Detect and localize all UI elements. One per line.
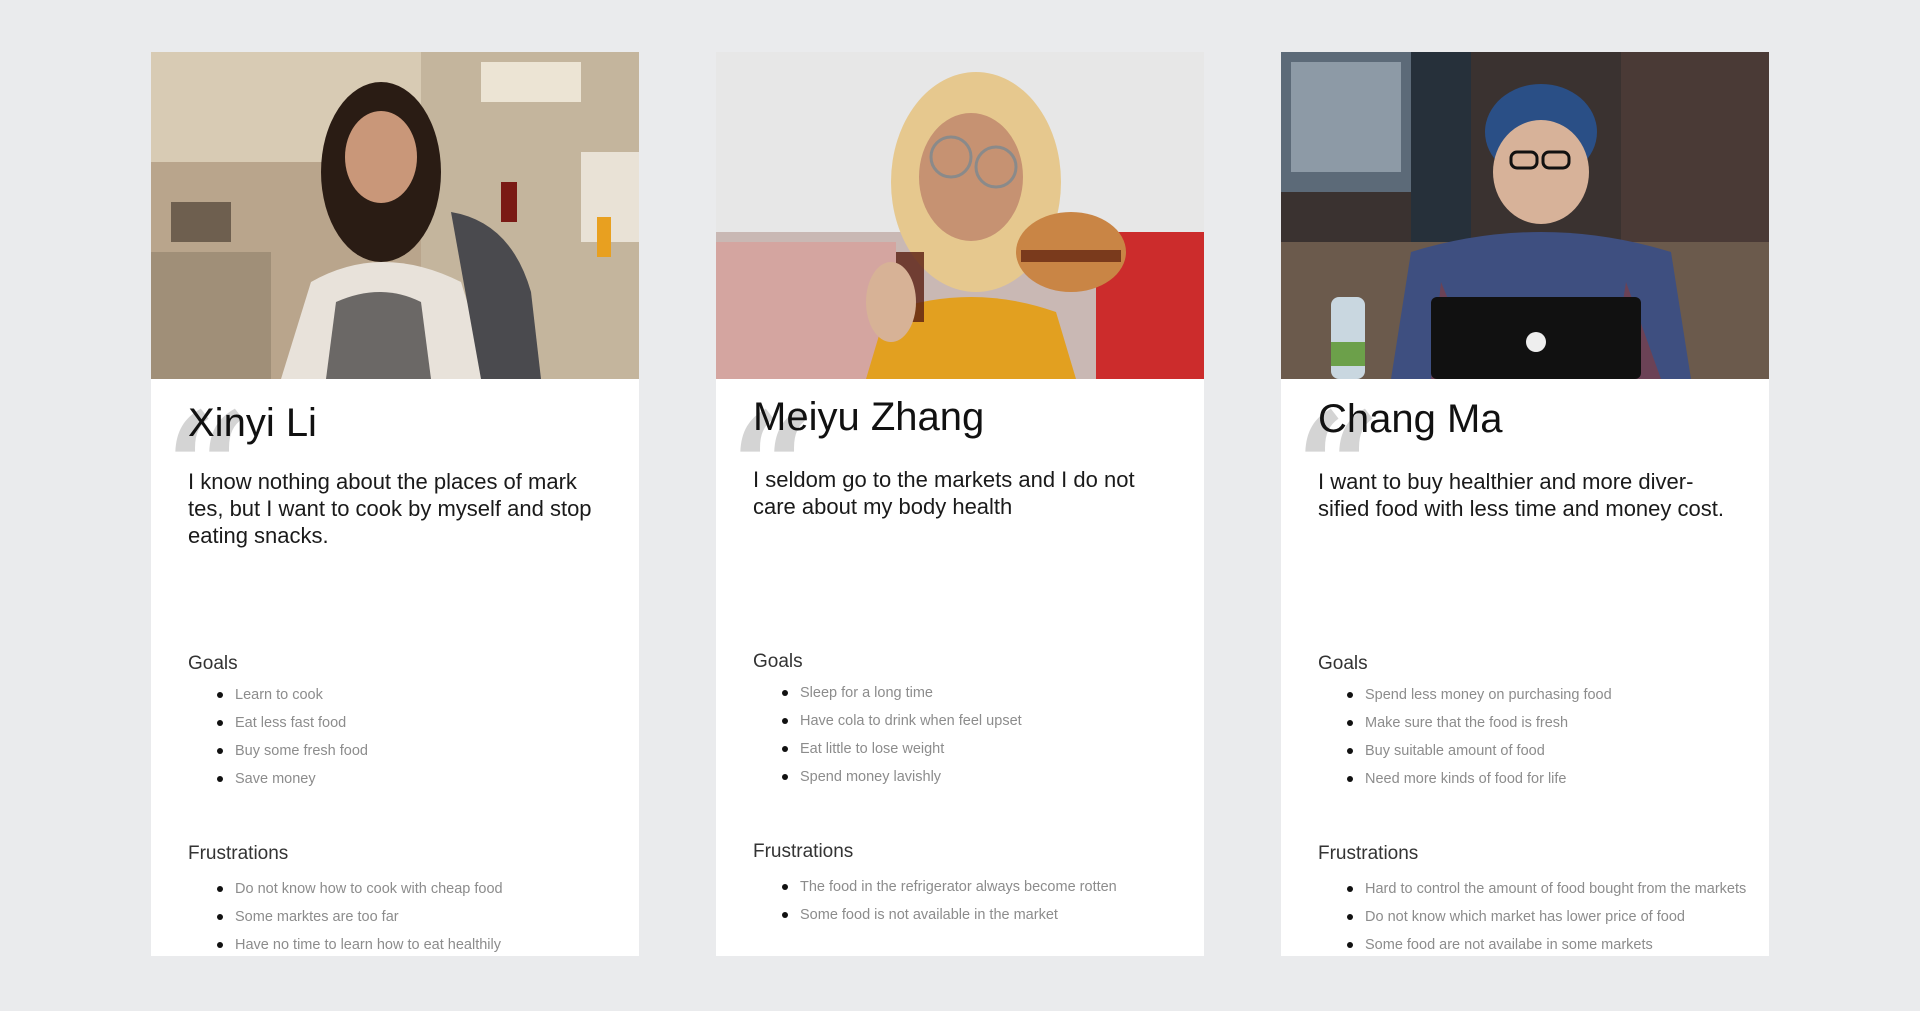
list-item: Eat less fast food [217,709,368,737]
goals-heading: Goals [188,653,238,674]
list-item: Have cola to drink when feel upset [782,707,1022,735]
frustrations-list: Do not know how to cook with cheap food … [217,875,503,956]
persona-quote: I want to buy healthier and more diver- … [1318,469,1724,521]
persona-body: “ Xinyi Li I know nothing about the plac… [151,379,639,956]
persona-quote: I know nothing about the places of mark … [188,469,592,548]
frustrations-list: Hard to control the amount of food bough… [1347,875,1746,956]
persona-cards: “ Xinyi Li I know nothing about the plac… [0,0,1920,1011]
persona-card-chang-ma: “ Chang Ma I want to buy healthier and m… [1281,52,1769,956]
list-item: Make sure that the food is fresh [1347,709,1612,737]
frustrations-heading: Frustrations [188,843,289,864]
persona-photo [716,52,1204,379]
persona-name: Chang Ma [1318,397,1503,441]
persona-name: Xinyi Li [188,401,317,445]
goals-list: Sleep for a long time Have cola to drink… [782,679,1022,791]
list-item: Learn to cook [217,681,368,709]
list-item: Hard to control the amount of food bough… [1347,875,1746,903]
list-item: Need more kinds of food for life [1347,765,1612,793]
goals-list: Spend less money on purchasing food Make… [1347,681,1612,793]
frustrations-list: The food in the refrigerator always beco… [782,873,1117,929]
list-item: Some marktes are too far [217,903,503,931]
goals-heading: Goals [753,651,803,672]
list-item: Spend money lavishly [782,763,1022,791]
list-item: The food in the refrigerator always beco… [782,873,1117,901]
persona-photo [151,52,639,379]
persona-quote: I seldom go to the markets and I do not … [753,467,1135,519]
list-item: Buy suitable amount of food [1347,737,1612,765]
list-item: Do not know which market has lower price… [1347,903,1746,931]
goals-heading: Goals [1318,653,1368,674]
list-item: Do not know how to cook with cheap food [217,875,503,903]
list-item: Have no time to learn how to eat healthi… [217,931,503,956]
persona-body: “ Chang Ma I want to buy healthier and m… [1281,379,1769,956]
list-item: Sleep for a long time [782,679,1022,707]
persona-card-meiyu-zhang: “ Meiyu Zhang I seldom go to the markets… [716,52,1204,956]
frustrations-heading: Frustrations [1318,843,1419,864]
list-item: Some food is not available in the market [782,901,1117,929]
persona-name: Meiyu Zhang [753,395,985,439]
list-item: Some food are not availabe in some marke… [1347,931,1746,956]
persona-card-xinyi-li: “ Xinyi Li I know nothing about the plac… [151,52,639,956]
list-item: Spend less money on purchasing food [1347,681,1612,709]
list-item: Save money [217,765,368,793]
persona-body: “ Meiyu Zhang I seldom go to the markets… [716,379,1204,956]
persona-photo [1281,52,1769,379]
list-item: Eat little to lose weight [782,735,1022,763]
goals-list: Learn to cook Eat less fast food Buy som… [217,681,368,793]
list-item: Buy some fresh food [217,737,368,765]
frustrations-heading: Frustrations [753,841,854,862]
